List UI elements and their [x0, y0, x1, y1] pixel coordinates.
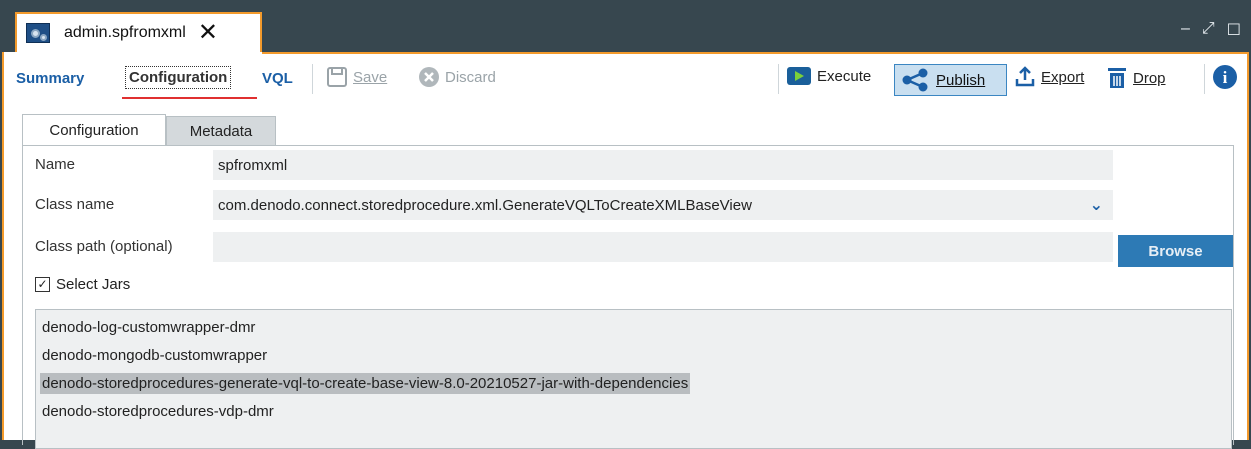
save-button[interactable]: Save [326, 66, 387, 88]
publish-label: Publish [936, 71, 986, 89]
name-label: Name [35, 156, 76, 173]
list-item[interactable]: denodo-storedprocedures-vdp-dmr [36, 398, 1231, 426]
checkbox-icon[interactable]: ✓ [35, 277, 50, 292]
maximize-icon[interactable]: ☐ [1227, 20, 1241, 40]
discard-label: Discard [445, 68, 496, 86]
publish-button[interactable]: Publish [894, 64, 1007, 96]
configuration-panel: Name spfromxml Class name com.denodo.con… [22, 145, 1234, 449]
execute-button[interactable]: Execute [786, 66, 871, 86]
nav-configuration[interactable]: Configuration [125, 66, 232, 89]
class-name-value: com.denodo.connect.storedprocedure.xml.G… [218, 196, 752, 214]
info-button[interactable]: i [1212, 64, 1238, 90]
jar-list: denodo-log-customwrapper-dmr denodo-mong… [35, 309, 1232, 449]
sub-tabs: Configuration Metadata [22, 114, 1234, 146]
separator [312, 64, 313, 94]
drop-label: Drop [1133, 69, 1166, 87]
publish-icon [902, 68, 928, 92]
toolbar: Summary Configuration VQL Save Discard E… [4, 54, 1247, 106]
info-icon: i [1213, 65, 1237, 89]
name-field[interactable]: spfromxml [213, 150, 1113, 180]
select-jars-label: Select Jars [56, 276, 131, 293]
discard-icon [419, 67, 439, 87]
tab-title: admin.spfromxml [64, 24, 186, 41]
restore-icon[interactable]: ⤢ [1202, 20, 1215, 40]
separator [1204, 64, 1205, 94]
class-name-label: Class name [35, 196, 115, 213]
separator [778, 64, 779, 94]
export-label: Export [1041, 68, 1085, 86]
discard-button[interactable]: Discard [418, 66, 496, 88]
drop-icon [1108, 68, 1126, 88]
chevron-down-icon[interactable]: ⌄ [1090, 195, 1103, 215]
save-icon [327, 67, 347, 87]
nav-summary[interactable]: Summary [16, 70, 84, 87]
window-controls: – ⤢ ☐ [1181, 20, 1241, 40]
drop-button[interactable]: Drop [1106, 66, 1166, 90]
class-path-field[interactable] [213, 232, 1113, 262]
class-name-select[interactable]: com.denodo.connect.storedprocedure.xml.G… [213, 190, 1113, 220]
editor-content: Summary Configuration VQL Save Discard E… [2, 52, 1249, 449]
execute-label: Execute [817, 67, 872, 85]
info-glyph: i [1223, 68, 1228, 87]
list-item[interactable]: denodo-mongodb-customwrapper [36, 342, 1231, 370]
minimize-icon[interactable]: – [1181, 20, 1190, 40]
save-label: Save [353, 68, 388, 86]
class-path-label: Class path (optional) [35, 238, 173, 255]
select-jars-checkbox[interactable]: ✓ Select Jars [35, 276, 130, 293]
close-icon[interactable]: ✕ [198, 21, 218, 45]
view-icon [26, 23, 50, 43]
list-item[interactable]: denodo-log-customwrapper-dmr [36, 314, 1231, 342]
browse-button[interactable]: Browse [1118, 235, 1233, 267]
execute-icon [787, 67, 811, 85]
configuration-underline [122, 97, 257, 99]
nav-vql[interactable]: VQL [262, 70, 293, 87]
export-button[interactable]: Export [1014, 66, 1084, 88]
editor-tab[interactable]: admin.spfromxml ✕ [15, 12, 262, 52]
tab-configuration[interactable]: Configuration [22, 114, 166, 146]
list-item-selected[interactable]: denodo-storedprocedures-generate-vql-to-… [36, 370, 1231, 398]
tab-metadata[interactable]: Metadata [166, 116, 276, 146]
export-icon [1015, 66, 1035, 87]
